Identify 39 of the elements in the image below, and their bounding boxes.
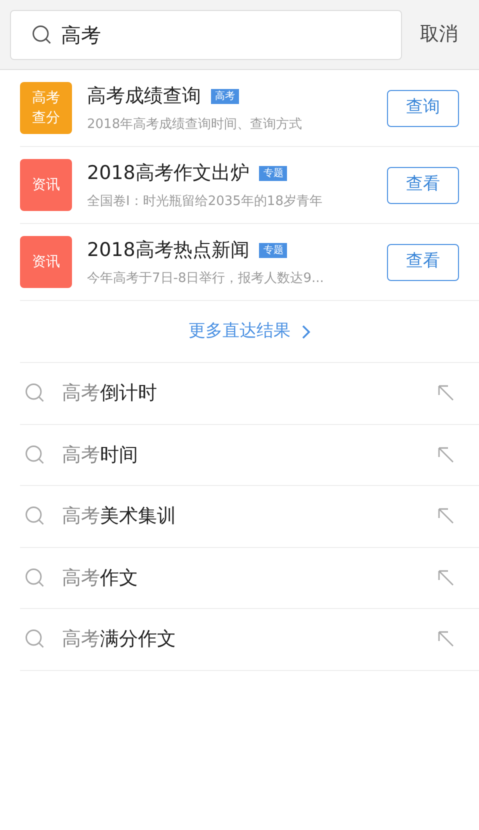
cancel-button[interactable]: 取消	[420, 20, 458, 49]
suggestion-item[interactable]: 高考时间	[20, 424, 479, 486]
suggestion-item[interactable]: 高考美术集训	[20, 486, 479, 548]
result-action-button[interactable]: 查看	[387, 244, 459, 280]
result-title[interactable]: 高考成绩查询	[87, 82, 201, 110]
category-badge: 资讯	[20, 159, 72, 211]
result-title[interactable]: 2018高考热点新闻	[87, 236, 250, 264]
suggestion-text: 高考时间	[62, 442, 139, 468]
result-action-button[interactable]: 查询	[387, 90, 459, 126]
chevron-right-icon	[300, 324, 310, 340]
result-description: 2018年高考成绩查询时间、查询方式	[87, 116, 304, 134]
result-tag: 专题	[259, 166, 288, 181]
arrow-up-left-icon[interactable]	[437, 384, 455, 402]
category-badge: 资讯	[20, 236, 72, 288]
arrow-up-left-icon[interactable]	[437, 568, 455, 587]
result-description: 今年高考于7日-8日举行，报考人数达9...	[87, 270, 325, 288]
suggestion-item[interactable]: 高考倒计时	[20, 363, 479, 424]
arrow-up-left-icon[interactable]	[437, 446, 455, 464]
arrow-up-left-icon[interactable]	[437, 630, 455, 648]
search-field[interactable]: 高考	[10, 10, 402, 60]
search-icon	[24, 628, 46, 650]
search-icon	[24, 566, 46, 589]
search-icon	[24, 505, 46, 528]
result-tag: 高考	[211, 88, 239, 104]
result-description: 全国卷I：时光瓶留给2035年的18岁青年	[87, 192, 324, 210]
suggestion-item[interactable]: 高考满分作文	[20, 609, 479, 670]
arrow-up-left-icon[interactable]	[437, 507, 455, 526]
result-tag: 专题	[259, 242, 288, 258]
search-icon	[24, 444, 46, 466]
suggestion-text: 高考美术集训	[62, 504, 177, 529]
suggestion-text: 高考满分作文	[62, 627, 177, 652]
result-action-button[interactable]: 查看	[387, 166, 459, 204]
search-icon	[31, 24, 53, 46]
search-icon	[24, 382, 46, 404]
suggestion-text: 高考倒计时	[62, 381, 158, 406]
suggestion-item[interactable]: 高考作文	[20, 548, 479, 609]
result-title[interactable]: 2018高考作文出炉	[87, 159, 250, 188]
suggestion-text: 高考作文	[62, 566, 139, 590]
category-badge: 高考查分	[20, 82, 72, 134]
